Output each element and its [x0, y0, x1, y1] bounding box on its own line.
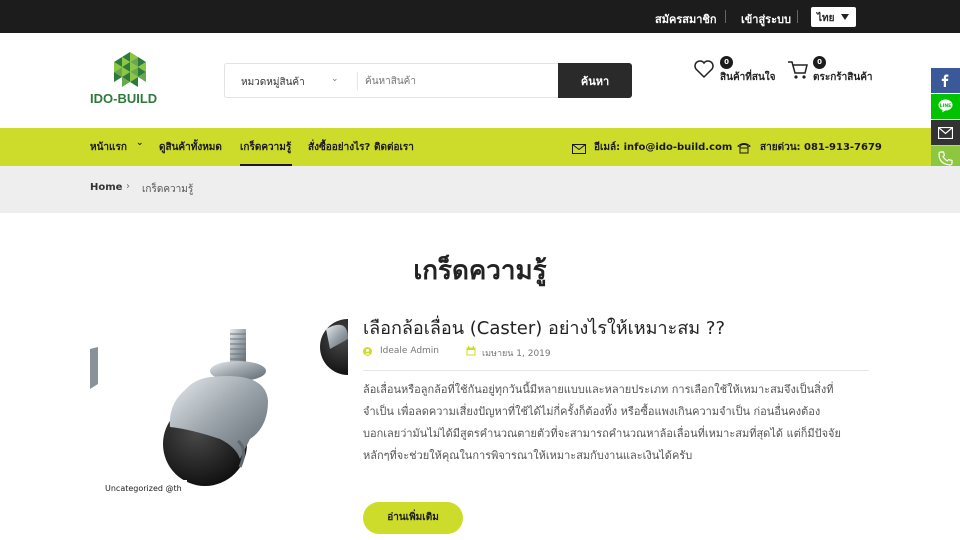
contact-email[interactable]: อีเมล์: info@ido-build.com	[594, 140, 732, 155]
post-excerpt-line: ล้อเลื่อนหรือลูกล้อที่ใช้กันอยู่ทุกวันนี…	[363, 383, 834, 396]
post-excerpt-line: จำเป็น เพื่อลดความเสี่ยงปัญหาที่ใช้ได้ไม…	[363, 405, 821, 418]
read-more-button[interactable]: อ่านเพิ่มเติม	[363, 502, 463, 534]
top-bar: สมัครสมาชิก เข้าสู่ระบบ ไทย	[0, 0, 960, 33]
search-divider	[357, 72, 358, 90]
calendar-icon	[466, 346, 476, 356]
post-excerpt-line: หลักๆที่จะช่วยให้คุณในการพิจารณาให้เหมาะ…	[363, 449, 693, 462]
post-category-tag[interactable]: Uncategorized @th	[100, 480, 187, 498]
nav-item-home[interactable]: หน้าแรก	[90, 140, 127, 155]
page-title: เกร็ดความรู้	[413, 256, 547, 286]
main-nav: หน้าแรก ⌄ ดูสินค้าทั้งหมด เกร็ดความรู้ ส…	[0, 128, 960, 166]
register-link[interactable]: สมัครสมาชิก	[655, 10, 717, 28]
search-input[interactable]	[365, 70, 555, 92]
search-button[interactable]: ค้นหา	[558, 63, 632, 98]
wishlist-label[interactable]: สินค้าที่สนใจ	[720, 70, 776, 85]
post-author[interactable]: Ideale Admin	[380, 346, 439, 356]
caret-down-icon	[841, 14, 849, 20]
logo-mark-icon	[114, 52, 146, 87]
login-link[interactable]: เข้าสู่ระบบ	[741, 10, 791, 28]
share-facebook[interactable]	[931, 68, 960, 93]
post-divider	[363, 370, 869, 371]
header: IDO-BUILD หมวดหมู่สินค้า ⌄ ค้นหา 0 สินค้…	[0, 33, 960, 128]
breadcrumb: Home › เกร็ดความรู้	[0, 166, 960, 213]
share-line[interactable]: LINE	[931, 94, 960, 119]
top-bar-divider	[725, 10, 726, 23]
logo-text: IDO-BUILD	[90, 91, 158, 106]
svg-text:LINE: LINE	[940, 103, 951, 109]
cart-icon	[788, 61, 808, 79]
chevron-right-icon: ›	[126, 181, 130, 192]
nav-item-contact[interactable]: ติดต่อเรา	[374, 140, 414, 155]
line-icon: LINE	[938, 99, 953, 113]
wishlist-button[interactable]	[693, 59, 715, 83]
share-email[interactable]	[931, 120, 960, 145]
wishlist-count-badge: 0	[720, 56, 733, 69]
contact-hotline[interactable]: สายด่วน: 081-913-7679	[760, 140, 882, 155]
post-excerpt-line: บอกเลยว่ามันไม่ได้มีสูตรคำนวณตายตัวที่จะ…	[363, 427, 841, 440]
email-icon	[938, 127, 953, 139]
top-bar-divider	[797, 10, 798, 23]
caster-wheel-image	[90, 319, 348, 486]
search-bar: หมวดหมู่สินค้า ⌄ ค้นหา	[224, 63, 632, 98]
envelope-icon	[572, 144, 586, 154]
category-select[interactable]: หมวดหมู่สินค้า	[241, 75, 305, 90]
phone-icon	[938, 151, 953, 166]
facebook-icon	[941, 74, 949, 87]
post-thumbnail[interactable]	[90, 309, 348, 501]
cart-count-badge: 0	[813, 56, 826, 69]
chevron-down-icon: ⌄	[331, 74, 339, 84]
chevron-down-icon: ⌄	[136, 138, 144, 148]
cart-label[interactable]: ตระกร้าสินค้า	[813, 70, 873, 85]
user-icon	[363, 347, 372, 356]
language-value: ไทย	[817, 13, 835, 24]
phone-icon	[737, 143, 751, 154]
language-select[interactable]: ไทย	[811, 7, 856, 27]
breadcrumb-current: เกร็ดความรู้	[142, 184, 194, 195]
post-title[interactable]: เลือกล้อเลื่อน (Caster) อย่างไรให้เหมาะส…	[363, 313, 725, 342]
nav-item-how-to-order[interactable]: สั่งซื้ออย่างไร?	[308, 140, 370, 155]
heart-icon	[694, 60, 714, 79]
nav-item-all-products[interactable]: ดูสินค้าทั้งหมด	[159, 140, 222, 155]
breadcrumb-home[interactable]: Home	[90, 182, 122, 193]
post-date: เมษายน 1, 2019	[482, 349, 551, 359]
nav-item-knowledge[interactable]: เกร็ดความรู้	[240, 140, 291, 155]
cart-button[interactable]	[787, 59, 809, 85]
